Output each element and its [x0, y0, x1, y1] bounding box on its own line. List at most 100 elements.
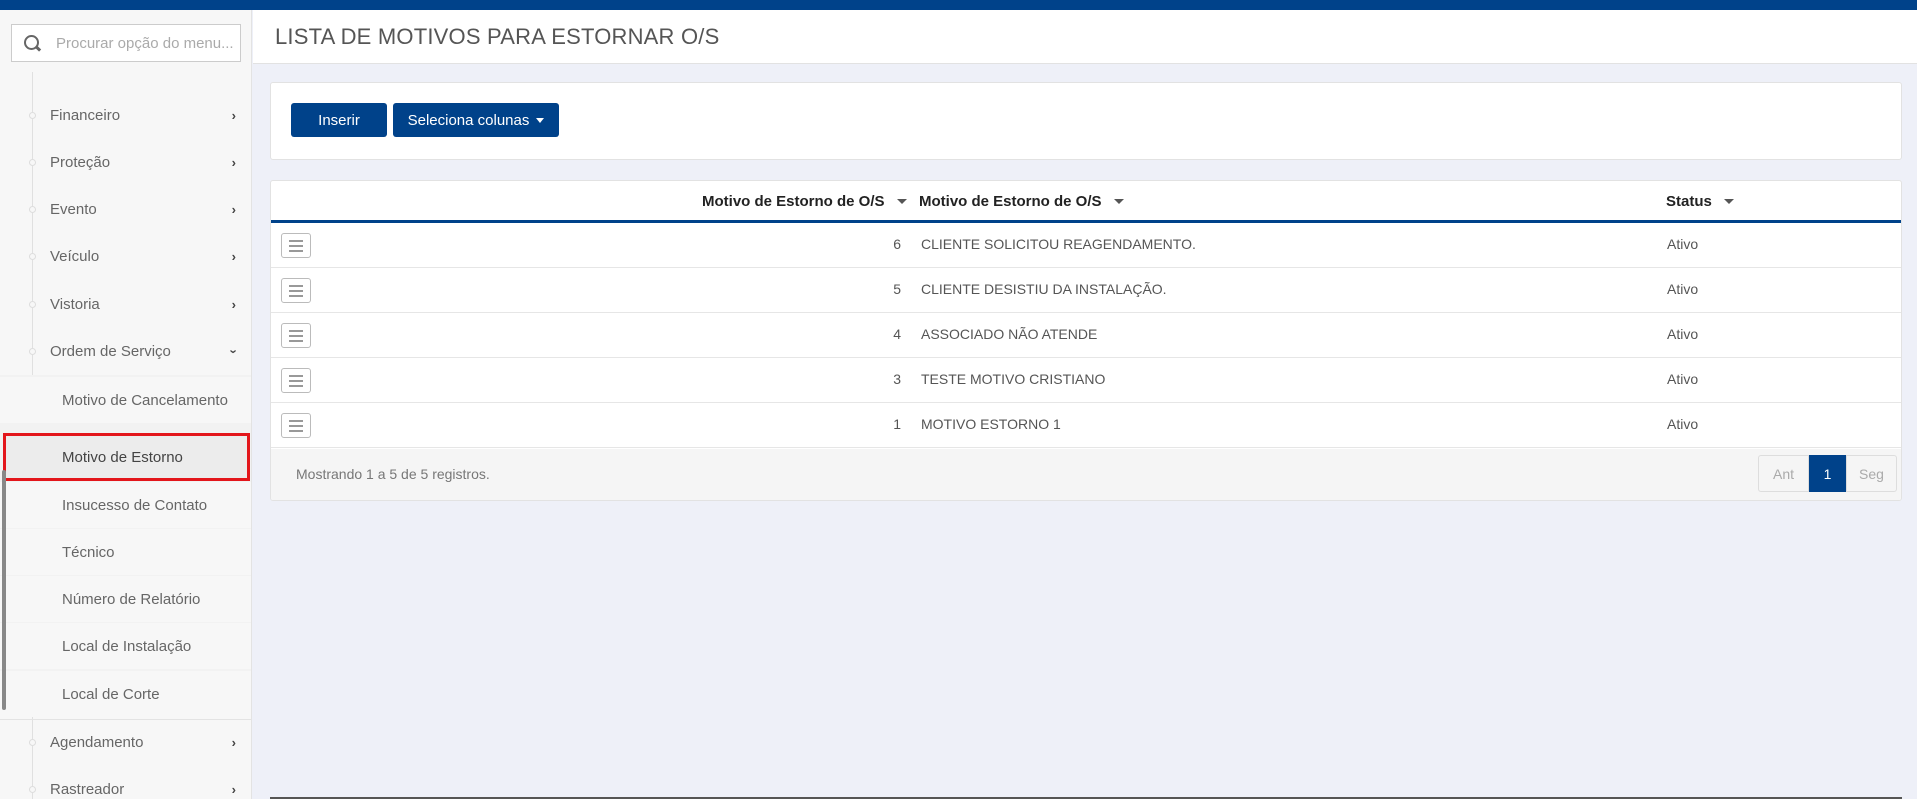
sidebar-subitem-local-corte[interactable]: Local de Corte — [0, 671, 251, 717]
chevron-right-icon: › — [231, 201, 236, 217]
sidebar-item-financeiro[interactable]: Financeiro › — [0, 92, 251, 138]
column-header-label: Motivo de Estorno de O/S — [702, 193, 885, 210]
sidebar-item-label: Proteção — [50, 153, 111, 171]
insert-button[interactable]: Inserir — [291, 103, 387, 137]
column-header-label: Status — [1666, 193, 1712, 210]
select-columns-button[interactable]: Seleciona colunas — [393, 103, 559, 137]
sort-icon — [1113, 199, 1124, 204]
page-header: LISTA DE MOTIVOS PARA ESTORNAR O/S — [253, 10, 1917, 64]
column-header-id[interactable]: Motivo de Estorno de O/S — [702, 193, 907, 210]
pagination: Ant 1 Seg — [1758, 455, 1897, 492]
tree-dot — [29, 785, 36, 793]
sidebar-subitem-local-instalacao[interactable]: Local de Instalação — [0, 623, 251, 669]
table-row: 1 MOTIVO ESTORNO 1 Ativo — [271, 403, 1901, 448]
table-panel: Motivo de Estorno de O/S Motivo de Estor… — [270, 180, 1902, 501]
sidebar-item-label: Vistoria — [50, 295, 100, 313]
column-header-status[interactable]: Status — [1666, 193, 1734, 210]
chevron-right-icon: › — [231, 154, 236, 170]
table-row: 5 CLIENTE DESISTIU DA INSTALAÇÃO. Ativo — [271, 268, 1901, 313]
caret-down-icon — [536, 117, 545, 123]
table-row: 3 TESTE MOTIVO CRISTIANO Ativo — [271, 358, 1901, 403]
row-menu-icon[interactable] — [281, 413, 311, 438]
cell-id: 6 — [893, 236, 901, 252]
page-title: LISTA DE MOTIVOS PARA ESTORNAR O/S — [275, 24, 720, 49]
cell-status: Ativo — [1667, 326, 1699, 342]
sidebar-subitem-tecnico[interactable]: Técnico — [0, 529, 251, 575]
row-menu-icon[interactable] — [281, 233, 311, 258]
top-bar — [0, 0, 1917, 10]
chevron-right-icon: › — [231, 296, 236, 312]
sidebar-item-evento[interactable]: Evento › — [0, 186, 251, 232]
sidebar-subitem-label: Local de Corte — [62, 685, 160, 703]
sidebar-subitem-insucesso-contato[interactable]: Insucesso de Contato — [0, 482, 251, 528]
table-row: 4 ASSOCIADO NÃO ATENDE Ativo — [271, 313, 1901, 358]
cell-id: 1 — [893, 416, 901, 432]
search-icon — [12, 25, 46, 61]
sidebar-subitem-label: Motivo de Estorno — [62, 448, 183, 466]
sidebar-subitem-motivo-cancelamento[interactable]: Motivo de Cancelamento — [0, 377, 251, 423]
cell-description: CLIENTE DESISTIU DA INSTALAÇÃO. — [921, 281, 1167, 297]
row-menu-icon[interactable] — [281, 323, 311, 348]
cell-description: TESTE MOTIVO CRISTIANO — [921, 371, 1106, 387]
chevron-right-icon: › — [231, 781, 236, 797]
sidebar-scrollbar[interactable] — [2, 470, 6, 710]
chevron-right-icon: › — [231, 248, 236, 264]
cell-status: Ativo — [1667, 416, 1699, 432]
row-menu-icon[interactable] — [281, 368, 311, 393]
sidebar-item-label: Rastreador — [50, 780, 125, 798]
sidebar-item-ordem-de-servico[interactable]: Ordem de Serviço › — [0, 328, 251, 374]
cell-id: 4 — [893, 326, 901, 342]
tree-dot — [29, 158, 36, 166]
tree-dot — [29, 205, 36, 213]
table-footer: Mostrando 1 a 5 de 5 registros. Ant 1 Se… — [271, 449, 1901, 500]
cell-description: MOTIVO ESTORNO 1 — [921, 416, 1061, 432]
cell-id: 3 — [893, 371, 901, 387]
tree-dot — [29, 347, 36, 355]
tree-dot — [29, 739, 36, 746]
cell-status: Ativo — [1667, 371, 1699, 387]
sidebar-item-label: Veículo — [50, 247, 100, 265]
sidebar-item-protecao[interactable]: Proteção › — [0, 139, 251, 185]
cell-id: 5 — [893, 281, 901, 297]
sidebar-item-veiculo[interactable]: Veículo › — [0, 233, 251, 279]
cell-status: Ativo — [1667, 236, 1699, 252]
chevron-right-icon: › — [231, 735, 236, 750]
select-columns-label: Seleciona colunas — [407, 111, 530, 129]
column-header-label: Motivo de Estorno de O/S — [919, 193, 1102, 210]
cell-description: ASSOCIADO NÃO ATENDE — [921, 326, 1098, 342]
cell-description: CLIENTE SOLICITOU REAGENDAMENTO. — [921, 236, 1196, 252]
menu-search — [11, 24, 241, 62]
tree-dot — [29, 300, 36, 308]
tree-dot — [29, 252, 36, 260]
sidebar-item-label: Ordem de Serviço — [50, 342, 171, 360]
column-header-description[interactable]: Motivo de Estorno de O/S — [919, 193, 1124, 210]
sidebar-subitem-label: Número de Relatório — [62, 590, 201, 608]
sort-icon — [896, 199, 907, 204]
chevron-down-icon: › — [226, 348, 242, 354]
sidebar-subitem-motivo-estorno[interactable]: Motivo de Estorno — [0, 434, 251, 480]
pagination-prev[interactable]: Ant — [1758, 455, 1809, 492]
menu-search-input[interactable] — [56, 34, 240, 52]
pagination-page-current[interactable]: 1 — [1809, 455, 1846, 492]
sidebar-subitem-label: Técnico — [62, 543, 115, 561]
sidebar-item-rastreador[interactable]: Rastreador › — [0, 766, 251, 799]
sidebar-item-agendamento[interactable]: Agendamento › — [0, 719, 251, 765]
row-menu-icon[interactable] — [281, 278, 311, 303]
sidebar-subitem-numero-relatorio[interactable]: Número de Relatório — [0, 576, 251, 622]
toolbar-panel: Inserir Seleciona colunas — [270, 82, 1902, 160]
sidebar-item-label: Agendamento — [50, 734, 144, 751]
table-row: 6 CLIENTE SOLICITOU REAGENDAMENTO. Ativo — [271, 223, 1901, 268]
sidebar-subitem-label: Motivo de Cancelamento — [62, 391, 228, 409]
sidebar-item-vistoria[interactable]: Vistoria › — [0, 281, 251, 327]
chevron-right-icon: › — [231, 107, 236, 123]
sort-icon — [1723, 199, 1734, 204]
sidebar: Financeiro › Proteção › Evento › Veículo… — [0, 10, 252, 799]
sidebar-item-label: Evento — [50, 200, 97, 218]
sidebar-subitem-label: Insucesso de Contato — [62, 496, 208, 514]
tree-dot — [29, 111, 36, 119]
sidebar-item-label: Financeiro — [50, 106, 121, 124]
records-info: Mostrando 1 a 5 de 5 registros. — [296, 466, 490, 482]
pagination-next[interactable]: Seg — [1846, 455, 1897, 492]
cell-status: Ativo — [1667, 281, 1699, 297]
table-header: Motivo de Estorno de O/S Motivo de Estor… — [271, 181, 1901, 223]
